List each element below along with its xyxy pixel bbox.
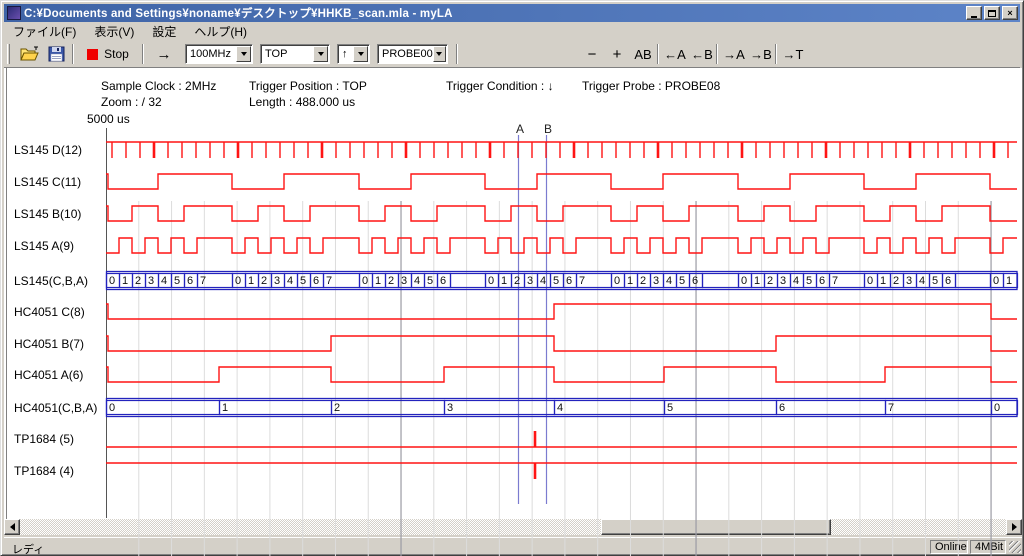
- trigger-probe-value: PROBE00: [378, 48, 433, 60]
- run-single-button[interactable]: →: [150, 43, 178, 65]
- minus-icon: −: [588, 46, 597, 63]
- move-b-left-button[interactable]: ←B: [689, 43, 715, 65]
- stop-label: Stop: [104, 47, 129, 61]
- left-a-icon: ←A: [664, 47, 686, 62]
- status-memory-badge: 4MBit: [970, 540, 1006, 554]
- channel-label-hc4051-a: HC4051 A(6): [14, 368, 83, 382]
- open-folder-icon: [20, 46, 40, 62]
- chevron-down-icon: [358, 52, 364, 56]
- menu-item-0[interactable]: ファイル(F): [4, 21, 85, 42]
- scrollbar-thumb[interactable]: [601, 519, 831, 535]
- trigger-edge-combo[interactable]: ↑: [337, 44, 370, 64]
- resize-grip[interactable]: [1009, 541, 1021, 553]
- trigger-position-readout: Trigger Position : TOP: [249, 79, 367, 93]
- status-bar: レディ Online 4MBit: [4, 537, 1022, 554]
- right-a-icon: →A: [723, 47, 745, 62]
- save-floppy-icon: [48, 46, 65, 62]
- chevron-down-icon: [241, 52, 247, 56]
- dropdown-button[interactable]: [236, 46, 251, 62]
- trigger-condition-readout: Trigger Condition : ↓: [446, 79, 554, 93]
- trigger-position-value: TOP: [261, 48, 313, 60]
- menu-bar: ファイル(F)表示(V)設定ヘルプ(H): [4, 22, 1020, 40]
- channel-label-hc4051-b: HC4051 B(7): [14, 337, 84, 351]
- sample-clock-value: 100MHz: [186, 48, 236, 60]
- stop-square-icon: [87, 49, 98, 60]
- channel-label-ls145-d: LS145 D(12): [14, 143, 82, 157]
- toolbar-separator: [72, 44, 74, 64]
- sample-clock-readout: Sample Clock : 2MHz: [101, 79, 216, 93]
- maximize-icon: [988, 10, 996, 17]
- dropdown-button[interactable]: [433, 46, 446, 62]
- channel-label-tp1684-5: TP1684 (5): [14, 432, 74, 446]
- zoom-readout: Zoom : / 32: [101, 95, 162, 109]
- menu-item-3[interactable]: ヘルプ(H): [185, 21, 256, 42]
- open-file-button[interactable]: [18, 43, 42, 65]
- triangle-left-icon: [10, 523, 15, 531]
- left-groove: [6, 68, 8, 519]
- channel-label-hc4051-bus: HC4051(C,B,A): [14, 401, 97, 415]
- window-title: C:¥Documents and Settings¥noname¥デスクトップ¥…: [24, 5, 964, 21]
- minimize-icon: [971, 16, 977, 18]
- save-file-button[interactable]: [44, 43, 68, 65]
- status-online-badge: Online: [930, 540, 968, 554]
- toolbar-separator: [142, 44, 144, 64]
- toolbar-separator: [456, 44, 458, 64]
- ab-label: AB: [634, 47, 651, 62]
- status-ready-text: レディ: [12, 541, 44, 556]
- channel-label-ls145-a: LS145 A(9): [14, 239, 74, 253]
- close-icon: ×: [1007, 9, 1012, 18]
- zoom-out-button[interactable]: −: [580, 43, 604, 65]
- dropdown-button[interactable]: [353, 46, 368, 62]
- channel-label-ls145-b: LS145 B(10): [14, 207, 81, 221]
- left-b-icon: ←B: [691, 47, 713, 62]
- move-a-right-button[interactable]: →A: [721, 43, 747, 65]
- toolbar: Stop → 100MHz TOP ↑ PROBE00 − + AB ←A ←B: [4, 40, 1020, 68]
- toolbar-separator: [657, 44, 659, 64]
- toolbar-separator: [716, 44, 718, 64]
- scroll-left-button[interactable]: [4, 519, 20, 535]
- menu-item-1[interactable]: 表示(V): [85, 21, 143, 42]
- trigger-edge-value: ↑: [338, 48, 353, 60]
- maximize-button[interactable]: [984, 6, 1000, 20]
- move-b-right-button[interactable]: →B: [748, 43, 774, 65]
- trigger-position-combo[interactable]: TOP: [260, 44, 330, 64]
- triangle-right-icon: [1012, 523, 1017, 531]
- close-button[interactable]: ×: [1002, 6, 1018, 20]
- app-icon: [7, 6, 21, 20]
- chevron-down-icon: [436, 52, 442, 56]
- trigger-probe-combo[interactable]: PROBE00: [377, 44, 448, 64]
- time-scale-label: 5000 us: [87, 112, 130, 126]
- channel-label-ls145-c: LS145 C(11): [14, 175, 81, 189]
- plus-icon: +: [613, 46, 622, 63]
- minimize-button[interactable]: [966, 6, 982, 20]
- sample-clock-combo[interactable]: 100MHz: [185, 44, 253, 64]
- move-a-left-button[interactable]: ←A: [662, 43, 688, 65]
- waveform-area: Sample Clock : 2MHz Trigger Position : T…: [4, 68, 1022, 519]
- channel-label-tp1684-4: TP1684 (4): [14, 464, 74, 478]
- horizontal-scrollbar[interactable]: [4, 519, 1022, 535]
- zoom-in-button[interactable]: +: [605, 43, 629, 65]
- toolbar-grip: [7, 44, 10, 64]
- marker-b-label[interactable]: B: [544, 122, 552, 136]
- scroll-right-button[interactable]: [1006, 519, 1022, 535]
- trigger-probe-readout: Trigger Probe : PROBE08: [582, 79, 720, 93]
- ab-range-button[interactable]: AB: [630, 43, 656, 65]
- right-arrow-icon: →: [157, 46, 172, 63]
- stop-button[interactable]: Stop: [80, 43, 136, 65]
- right-t-icon: →T: [783, 47, 804, 62]
- length-readout: Length : 488.000 us: [249, 95, 355, 109]
- goto-trigger-button[interactable]: →T: [780, 43, 806, 65]
- channel-label-hc4051-c: HC4051 C(8): [14, 305, 85, 319]
- dropdown-button[interactable]: [313, 46, 328, 62]
- marker-a-label[interactable]: A: [516, 122, 524, 136]
- channel-label-ls145-bus: LS145(C,B,A): [14, 274, 88, 288]
- toolbar-separator: [775, 44, 777, 64]
- title-bar: C:¥Documents and Settings¥noname¥デスクトップ¥…: [4, 4, 1020, 22]
- chevron-down-icon: [318, 52, 324, 56]
- app-window: C:¥Documents and Settings¥noname¥デスクトップ¥…: [0, 0, 1024, 556]
- right-b-icon: →B: [750, 47, 772, 62]
- menu-item-2[interactable]: 設定: [143, 21, 185, 42]
